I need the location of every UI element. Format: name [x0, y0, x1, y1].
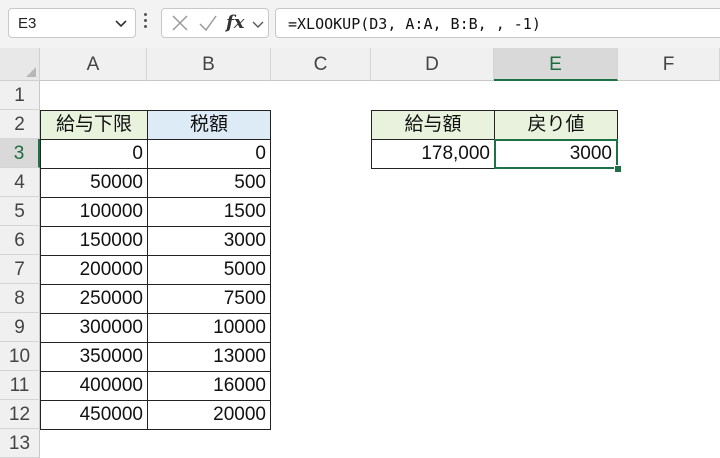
cancel-icon[interactable]	[170, 13, 190, 33]
chevron-down-icon[interactable]	[115, 17, 127, 29]
formula-buttons: fx	[161, 8, 269, 38]
table-cell[interactable]: 5000	[147, 255, 271, 285]
table-cell[interactable]: 100000	[40, 197, 148, 227]
table-cell[interactable]: 0	[40, 139, 148, 169]
table-cell[interactable]: 7500	[147, 284, 271, 314]
table-cell[interactable]: 350000	[40, 342, 148, 372]
formula-bar-area: E3 fx =XLOOKUP(D3, A:A, B:B, , -1)	[0, 0, 720, 48]
table-cell[interactable]: 450000	[40, 400, 148, 430]
row-header-4[interactable]: 4	[0, 168, 40, 197]
more-options-icon[interactable]	[143, 13, 149, 33]
column-header-d[interactable]: D	[371, 48, 494, 81]
select-all-button[interactable]	[0, 48, 40, 81]
column-header-b[interactable]: B	[147, 48, 271, 81]
row-header-10[interactable]: 10	[0, 342, 40, 371]
table-cell[interactable]: 13000	[147, 342, 271, 372]
table-cell[interactable]: 1500	[147, 197, 271, 227]
table-cell[interactable]: 3000	[147, 226, 271, 256]
name-box-value: E3	[18, 15, 37, 32]
table-cell[interactable]: 200000	[40, 255, 148, 285]
row-header-8[interactable]: 8	[0, 284, 40, 313]
table2-header-salary[interactable]: 給与額	[371, 110, 495, 140]
name-box[interactable]: E3	[8, 8, 136, 38]
table-cell[interactable]: 10000	[147, 313, 271, 343]
row-header-2[interactable]: 2	[0, 110, 40, 139]
row-header-7[interactable]: 7	[0, 255, 40, 284]
insert-function-icon[interactable]: fx	[226, 12, 244, 33]
row-header-3[interactable]: 3	[0, 139, 40, 168]
table-cell[interactable]: 0	[147, 139, 271, 169]
column-header-c[interactable]: C	[271, 48, 371, 81]
formula-text: =XLOOKUP(D3, A:A, B:B, , -1)	[288, 15, 541, 33]
table-cell[interactable]: 150000	[40, 226, 148, 256]
table-cell[interactable]: 300000	[40, 313, 148, 343]
table-cell[interactable]: 16000	[147, 371, 271, 401]
row-header-13[interactable]: 13	[0, 429, 40, 458]
column-header-a[interactable]: A	[40, 48, 147, 81]
column-header-f[interactable]: F	[618, 48, 720, 81]
fill-handle[interactable]	[614, 165, 622, 173]
table-cell[interactable]: 250000	[40, 284, 148, 314]
row-header-6[interactable]: 6	[0, 226, 40, 255]
chevron-down-icon[interactable]	[252, 18, 264, 30]
table-cell[interactable]: 500	[147, 168, 271, 198]
table2-header-return-value[interactable]: 戻り値	[494, 110, 618, 140]
row-header-1[interactable]: 1	[0, 81, 40, 110]
active-cell-e3[interactable]: 3000	[494, 139, 618, 169]
table1-header-tax[interactable]: 税額	[147, 110, 271, 140]
table1-header-salary-min[interactable]: 給与下限	[40, 110, 148, 140]
column-header-e[interactable]: E	[494, 48, 618, 81]
formula-input[interactable]: =XLOOKUP(D3, A:A, B:B, , -1)	[275, 8, 720, 38]
salary-input-cell[interactable]: 178,000	[371, 139, 495, 169]
row-header-9[interactable]: 9	[0, 313, 40, 342]
row-header-12[interactable]: 12	[0, 400, 40, 429]
table-cell[interactable]: 20000	[147, 400, 271, 430]
row-header-11[interactable]: 11	[0, 371, 40, 400]
table-cell[interactable]: 50000	[40, 168, 148, 198]
enter-check-icon[interactable]	[198, 13, 218, 33]
row-header-5[interactable]: 5	[0, 197, 40, 226]
table-cell[interactable]: 400000	[40, 371, 148, 401]
